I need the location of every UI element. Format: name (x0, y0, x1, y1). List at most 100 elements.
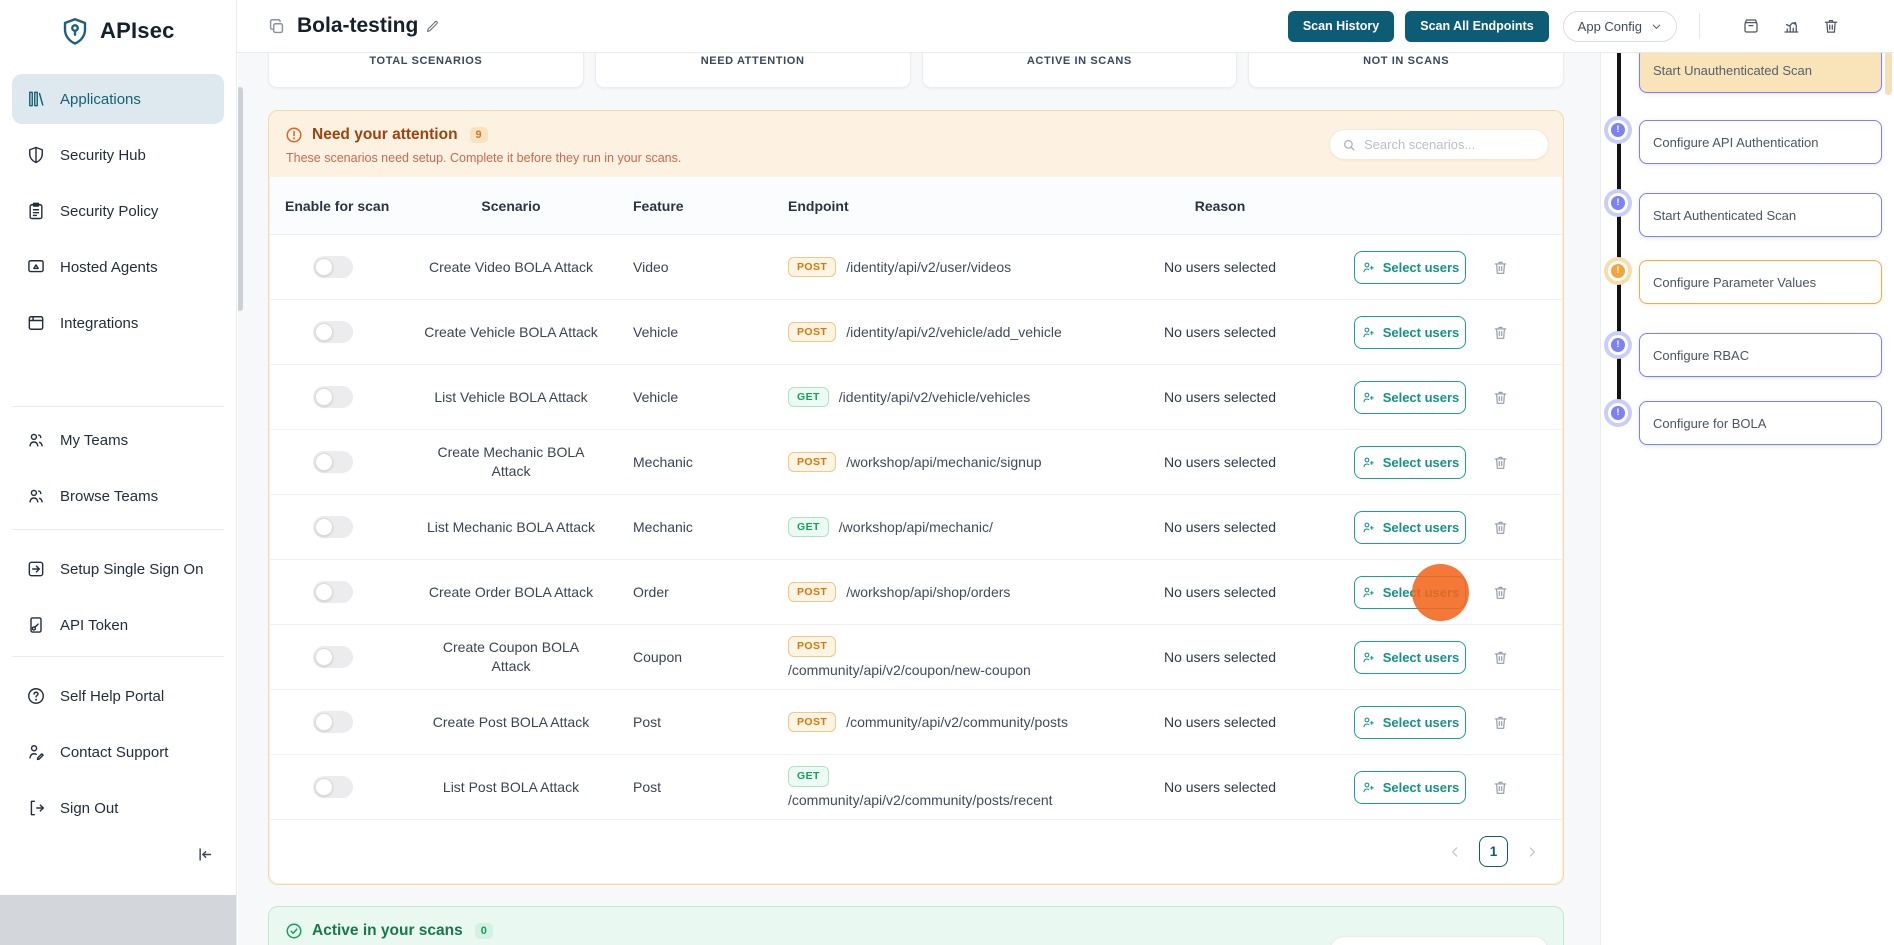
workflow-step-configure-for-bola[interactable]: Configure for BOLA (1639, 401, 1882, 445)
select-users-button[interactable]: Select users (1354, 381, 1466, 414)
delete-scenario-icon[interactable] (1492, 389, 1509, 406)
search-scenarios-input[interactable] (1364, 137, 1536, 152)
enable-scan-toggle[interactable] (313, 321, 353, 343)
method-badge: GET (788, 387, 829, 408)
edit-title-icon[interactable] (425, 19, 440, 34)
workflow-step-configure-parameter-values[interactable]: Configure Parameter Values (1639, 260, 1882, 304)
table-row: Create Coupon BOLA AttackCouponPOST/comm… (270, 625, 1562, 690)
sidebar-item-browse-teams[interactable]: Browse Teams (12, 471, 224, 521)
enable-scan-toggle[interactable] (313, 711, 353, 733)
sidebar-item-security-hub[interactable]: Security Hub (12, 130, 224, 180)
sidebar-item-sign-out[interactable]: Sign Out (12, 783, 224, 833)
delete-scenario-icon[interactable] (1492, 714, 1509, 731)
workflow-step-start-unauthenticated-scan[interactable]: Start Unauthenticated Scan (1639, 47, 1882, 93)
sidebar-item-hosted-agents[interactable]: Hosted Agents (12, 242, 224, 292)
enable-scan-toggle[interactable] (313, 386, 353, 408)
need-attention-panel: Need your attention 9 These scenarios ne… (268, 110, 1564, 885)
select-users-button[interactable]: Select users (1354, 641, 1466, 674)
active-in-scans-panel: Active in your scans 0 (268, 906, 1564, 945)
pagination: 1 (270, 820, 1562, 883)
app-config-label: App Config (1578, 19, 1642, 34)
sidebar-item-integrations[interactable]: Integrations (12, 298, 224, 348)
sidebar-item-security-policy[interactable]: Security Policy (12, 186, 224, 236)
endpoint-path: /workshop/api/shop/orders (846, 584, 1010, 600)
next-page-icon[interactable] (1524, 844, 1540, 860)
feature-name: Vehicle (626, 324, 776, 340)
analytics-icon[interactable] (1782, 17, 1800, 35)
need-attention-count-badge: 9 (470, 127, 488, 143)
app-config-dropdown[interactable]: App Config (1563, 11, 1677, 42)
method-badge: POST (788, 452, 836, 473)
sidebar-collapse[interactable] (0, 839, 236, 864)
delete-scenario-icon[interactable] (1492, 324, 1509, 341)
select-users-button[interactable]: Select users (1354, 576, 1466, 609)
col-scenario: Scenario (396, 198, 626, 214)
workflow-step-start-authenticated-scan[interactable]: Start Authenticated Scan (1639, 193, 1882, 237)
vertical-scrollbar-thumb[interactable] (238, 87, 243, 311)
page-number[interactable]: 1 (1479, 836, 1508, 867)
select-users-button[interactable]: Select users (1354, 511, 1466, 544)
delete-scenario-icon[interactable] (1492, 779, 1509, 796)
active-scans-title: Active in your scans (312, 922, 463, 940)
reason-text: No users selected (1094, 649, 1346, 665)
select-users-button[interactable]: Select users (1354, 316, 1466, 349)
select-users-button[interactable]: Select users (1354, 446, 1466, 479)
active-scans-search[interactable] (1329, 936, 1549, 945)
person-plus-icon (1361, 455, 1376, 470)
enable-scan-toggle[interactable] (313, 516, 353, 538)
feature-name: Mechanic (626, 519, 776, 535)
enable-scan-toggle[interactable] (313, 581, 353, 603)
sidebar-item-my-teams[interactable]: My Teams (12, 415, 224, 465)
help-icon (26, 686, 46, 706)
chevron-down-icon (1651, 21, 1662, 32)
scenario-search[interactable] (1329, 129, 1549, 160)
right-scrollbar-thumb[interactable] (1885, 49, 1892, 95)
sidebar-item-applications[interactable]: Applications (12, 74, 224, 124)
select-users-button[interactable]: Select users (1354, 251, 1466, 284)
sidebar-item-setup-single-sign-on[interactable]: Setup Single Sign On (12, 544, 224, 594)
col-feature: Feature (626, 198, 776, 214)
archive-icon[interactable] (1742, 17, 1760, 35)
applications-icon (26, 89, 46, 109)
enable-scan-toggle[interactable] (313, 776, 353, 798)
table-row: Create Vehicle BOLA AttackVehiclePOST/id… (270, 300, 1562, 365)
sidebar-item-contact-support[interactable]: Contact Support (12, 727, 224, 777)
feature-name: Post (626, 714, 776, 730)
scan-all-endpoints-button[interactable]: Scan All Endpoints (1405, 11, 1548, 42)
workflow-step-configure-rbac[interactable]: Configure RBAC (1639, 333, 1882, 377)
window-icon (26, 313, 46, 333)
sidebar-item-self-help-portal[interactable]: Self Help Portal (12, 671, 224, 721)
feature-name: Mechanic (626, 454, 776, 470)
select-users-button[interactable]: Select users (1354, 771, 1466, 804)
stats-cards: TOTAL SCENARIOSNEED ATTENTIONACTIVE IN S… (268, 53, 1564, 88)
delete-scenario-icon[interactable] (1492, 519, 1509, 536)
table-row: Create Video BOLA AttackVideoPOST/identi… (270, 235, 1562, 300)
sidebar-item-label: Sign Out (60, 800, 118, 817)
prev-page-icon[interactable] (1447, 844, 1463, 860)
scenario-name: Create Post BOLA Attack (433, 714, 589, 730)
delete-scenario-icon[interactable] (1492, 584, 1509, 601)
topbar: Bola-testing Scan History Scan All Endpo… (237, 0, 1894, 53)
delete-scenario-icon[interactable] (1492, 454, 1509, 471)
person-plus-icon (1361, 780, 1376, 795)
person-plus-icon (1361, 325, 1376, 340)
copy-title-icon[interactable] (267, 17, 286, 36)
sidebar-item-api-token[interactable]: API Token (12, 600, 224, 650)
enable-scan-toggle[interactable] (313, 256, 353, 278)
workflow-step-configure-api-authentication[interactable]: Configure API Authentication (1639, 120, 1882, 164)
enable-scan-toggle[interactable] (313, 646, 353, 668)
table-row: Create Order BOLA AttackOrderPOST/worksh… (270, 560, 1562, 625)
step-status-icon: ! (1604, 116, 1632, 144)
reason-text: No users selected (1094, 389, 1346, 405)
col-reason: Reason (1094, 198, 1346, 214)
delete-scenario-icon[interactable] (1492, 259, 1509, 276)
scan-history-button[interactable]: Scan History (1288, 11, 1394, 42)
select-users-button[interactable]: Select users (1354, 706, 1466, 739)
enable-scan-toggle[interactable] (313, 451, 353, 473)
delete-scenario-icon[interactable] (1492, 649, 1509, 666)
table-row: List Vehicle BOLA AttackVehicleGET/ident… (270, 365, 1562, 430)
people-icon (26, 486, 46, 506)
monitor-icon (26, 257, 46, 277)
delete-app-icon[interactable] (1822, 17, 1840, 35)
step-status-icon: ! (1604, 189, 1632, 217)
